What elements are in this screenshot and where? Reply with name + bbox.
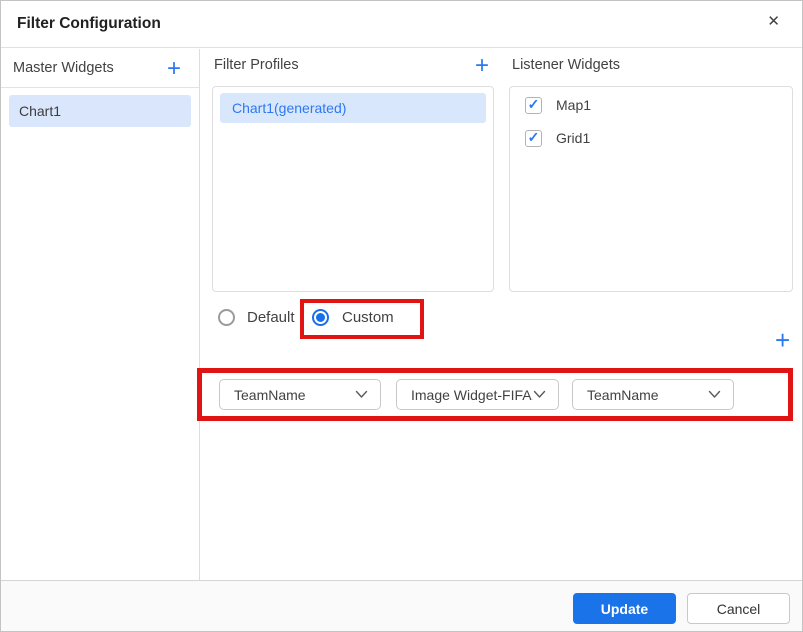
master-widgets-header: Master Widgets + bbox=[1, 49, 199, 88]
master-widgets-title: Master Widgets bbox=[13, 60, 114, 76]
listener-widgets-title: Listener Widgets bbox=[512, 57, 620, 73]
dialog-titlebar: Filter Configuration ✕ bbox=[1, 1, 802, 48]
filter-widget-dropdown[interactable]: Image Widget-FIFA... bbox=[396, 379, 559, 410]
check-icon: ✓ bbox=[528, 97, 540, 111]
add-filter-condition-button[interactable]: + bbox=[775, 327, 790, 353]
radio-default-label[interactable]: Default bbox=[247, 309, 295, 326]
chevron-down-icon bbox=[533, 390, 546, 399]
update-button[interactable]: Update bbox=[573, 593, 676, 624]
dialog-title: Filter Configuration bbox=[17, 15, 161, 33]
filter-profiles-list: Chart1(generated) bbox=[212, 86, 494, 292]
radio-custom[interactable] bbox=[312, 309, 329, 326]
filter-profile-item-label: Chart1(generated) bbox=[232, 100, 346, 116]
radio-default[interactable] bbox=[218, 309, 235, 326]
dropdown-value: TeamName bbox=[220, 387, 355, 403]
chevron-down-icon bbox=[708, 390, 721, 399]
filter-profiles-title: Filter Profiles bbox=[214, 57, 299, 73]
master-widgets-panel: Master Widgets + Chart1 bbox=[1, 49, 200, 580]
filter-target-column-dropdown[interactable]: TeamName bbox=[572, 379, 734, 410]
cancel-button[interactable]: Cancel bbox=[687, 593, 790, 624]
close-icon[interactable]: ✕ bbox=[767, 14, 780, 29]
master-widget-item-label: Chart1 bbox=[19, 103, 61, 119]
add-master-widget-button[interactable]: + bbox=[167, 57, 181, 81]
filter-configuration-dialog: Filter Configuration ✕ Master Widgets + … bbox=[0, 0, 803, 632]
check-icon: ✓ bbox=[528, 130, 540, 144]
radio-dot bbox=[316, 313, 325, 322]
dropdown-value: Image Widget-FIFA... bbox=[397, 387, 533, 403]
listener-widgets-list: ✓ Map1 ✓ Grid1 bbox=[509, 86, 793, 292]
master-widget-item[interactable]: Chart1 bbox=[9, 95, 191, 127]
filter-column-dropdown[interactable]: TeamName bbox=[219, 379, 381, 410]
listener-widget-label: Map1 bbox=[556, 97, 591, 113]
listener-widget-row[interactable]: ✓ Map1 bbox=[525, 96, 784, 114]
listener-widget-row[interactable]: ✓ Grid1 bbox=[525, 129, 784, 147]
radio-custom-label[interactable]: Custom bbox=[342, 309, 394, 326]
filter-profile-item[interactable]: Chart1(generated) bbox=[220, 93, 486, 123]
checkbox-grid1[interactable]: ✓ bbox=[525, 130, 542, 147]
listener-widget-label: Grid1 bbox=[556, 130, 590, 146]
dialog-footer: Update Cancel bbox=[1, 580, 802, 631]
add-filter-profile-button[interactable]: + bbox=[475, 54, 489, 78]
chevron-down-icon bbox=[355, 390, 368, 399]
dropdown-value: TeamName bbox=[573, 387, 708, 403]
checkbox-map1[interactable]: ✓ bbox=[525, 97, 542, 114]
